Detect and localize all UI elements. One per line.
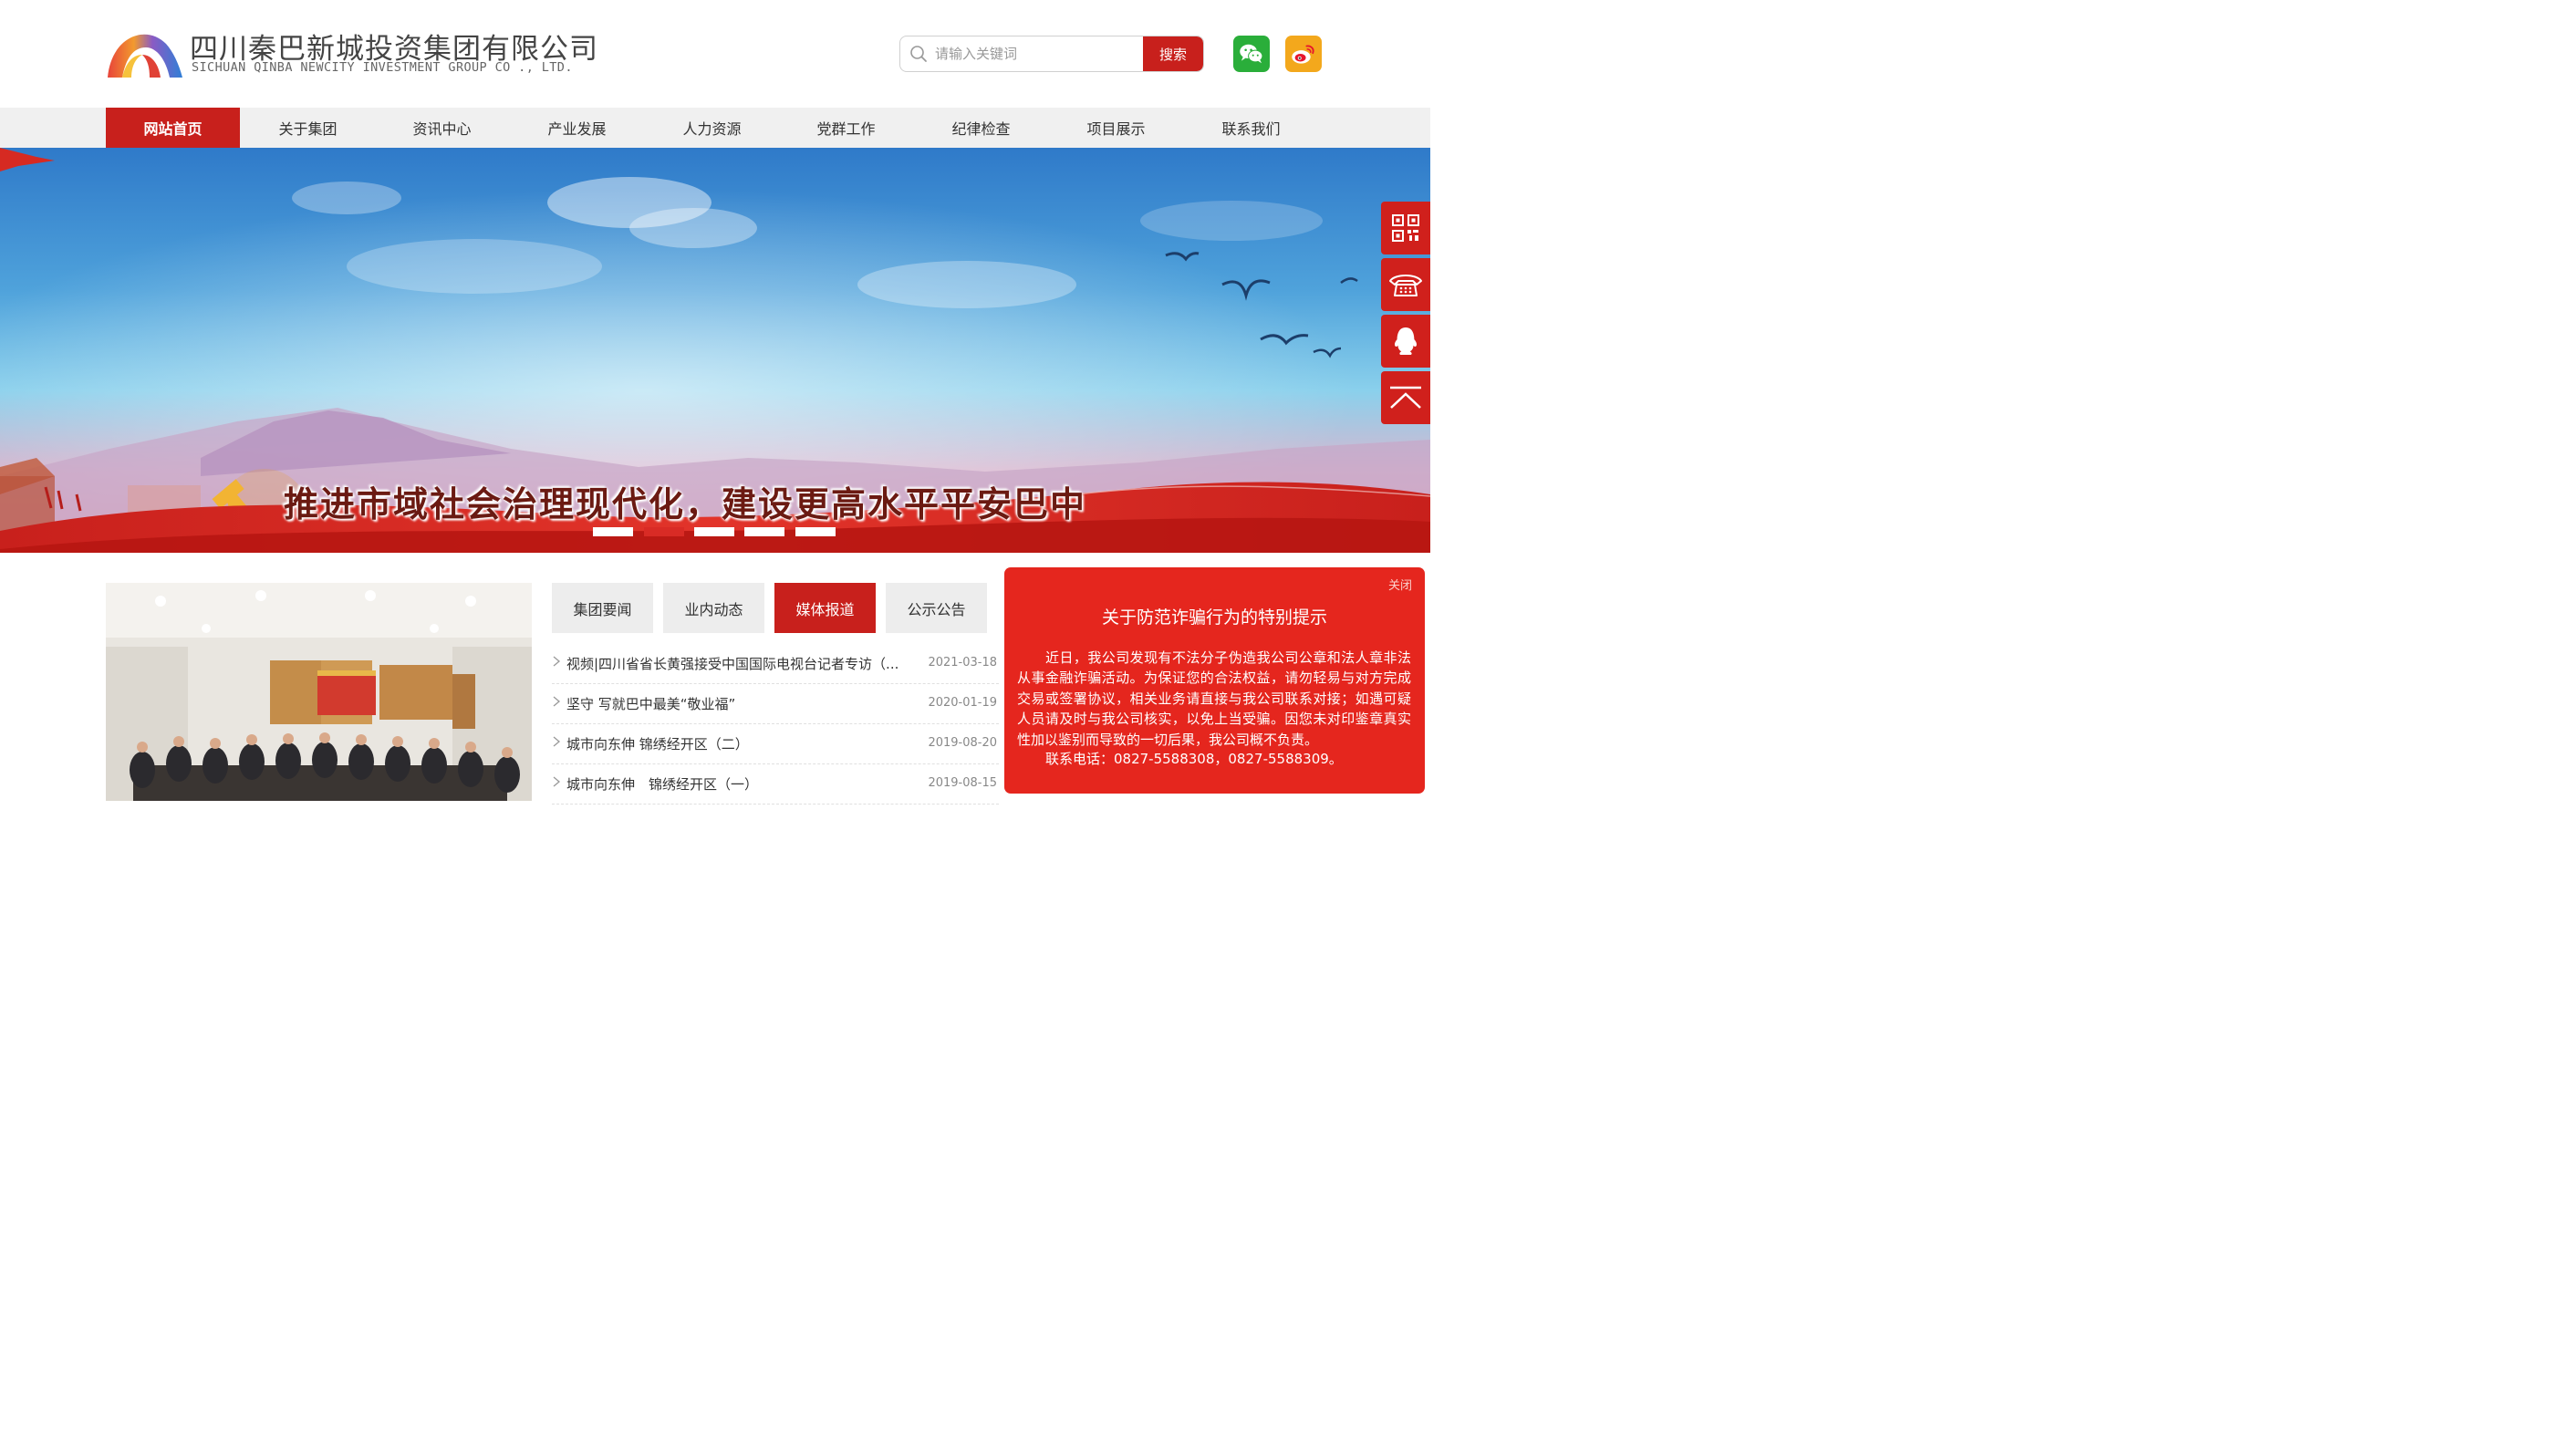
chevron-right-icon	[553, 776, 561, 787]
site-header: 四川秦巴新城投资集团有限公司 SICHUAN QINBA NEWCITY INV…	[0, 0, 1430, 108]
float-back-to-top-button[interactable]	[1381, 371, 1430, 424]
news-title[interactable]: 坚守 写就巴中最美“敬业福”	[566, 694, 913, 713]
banner-dot-2[interactable]	[644, 527, 684, 536]
phone-icon	[1389, 275, 1422, 296]
weibo-button[interactable]	[1285, 36, 1322, 72]
float-qq-button[interactable]	[1381, 315, 1430, 368]
chevron-right-icon	[553, 656, 561, 667]
tab-announcements[interactable]: 公示公告	[886, 583, 987, 633]
banner-title: 推进市域社会治理现代化，建设更高水平平安巴中	[283, 484, 1086, 524]
tab-industry-news[interactable]: 业内动态	[663, 583, 764, 633]
banner-dot-4[interactable]	[744, 527, 784, 536]
fraud-warning-popup: 关闭 关于防范诈骗行为的特别提示 近日，我公司发现有不法分子伪造我公司公章和法人…	[1004, 567, 1425, 794]
nav-item-discipline[interactable]: 纪律检查	[914, 108, 1048, 148]
nav-item-hr[interactable]: 人力资源	[645, 108, 779, 148]
float-phone-button[interactable]	[1381, 258, 1430, 311]
popup-phone: 联系电话：0827-5588308，0827-5588309。	[1045, 751, 1343, 767]
company-name-en: SICHUAN QINBA NEWCITY INVESTMENT GROUP C…	[192, 60, 573, 75]
search-icon	[910, 46, 927, 62]
search-button[interactable]: 搜索	[1143, 36, 1203, 71]
nav-item-home[interactable]: 网站首页	[106, 108, 240, 148]
tab-media-reports[interactable]: 媒体报道	[774, 583, 876, 633]
nav-item-about[interactable]: 关于集团	[241, 108, 375, 148]
search-box: 搜索	[899, 36, 1204, 72]
nav-item-news[interactable]: 资讯中心	[375, 108, 509, 148]
news-title[interactable]: 城市向东伸 锦绣经开区（一）	[566, 774, 913, 794]
meeting-photo	[106, 583, 532, 801]
news-feature-photo[interactable]	[106, 583, 532, 801]
list-item[interactable]: 城市向东伸 锦绣经开区（一） 2019-08-15	[552, 764, 999, 805]
nav-item-party[interactable]: 党群工作	[779, 108, 913, 148]
banner-dot-1[interactable]	[593, 527, 633, 536]
wechat-icon	[1240, 44, 1263, 64]
tab-group-news[interactable]: 集团要闻	[552, 583, 653, 633]
chevron-right-icon	[553, 696, 561, 707]
nav-item-industry[interactable]: 产业发展	[510, 108, 644, 148]
nav-item-projects[interactable]: 项目展示	[1049, 108, 1183, 148]
popup-body: 近日，我公司发现有不法分子伪造我公司公章和法人章非法从事金融诈骗活动。为保证您的…	[1017, 649, 1411, 748]
news-date: 2019-08-15	[928, 776, 997, 790]
chevron-right-icon	[553, 736, 561, 747]
hero-banner[interactable]: 推进市域社会治理现代化，建设更高水平平安巴中	[0, 148, 1430, 553]
float-qrcode-button[interactable]	[1381, 202, 1430, 254]
news-date: 2019-08-20	[928, 736, 997, 750]
wechat-button[interactable]	[1233, 36, 1270, 72]
qq-icon	[1394, 327, 1418, 355]
search-input[interactable]	[935, 36, 1141, 71]
news-title[interactable]: 城市向东伸 锦绣经开区（二）	[566, 734, 913, 753]
nav-item-contact[interactable]: 联系我们	[1184, 108, 1318, 148]
company-logo[interactable]: 四川秦巴新城投资集团有限公司 SICHUAN QINBA NEWCITY INV…	[106, 26, 597, 80]
list-item[interactable]: 视频|四川省省长黄强接受中国国际电视台记者专访（... 2021-03-18	[552, 644, 999, 684]
banner-dot-3[interactable]	[694, 527, 734, 536]
list-item[interactable]: 坚守 写就巴中最美“敬业福” 2020-01-19	[552, 684, 999, 724]
banner-dot-5[interactable]	[795, 527, 836, 536]
popup-title: 关于防范诈骗行为的特别提示	[1101, 607, 1327, 628]
main-nav: 网站首页 关于集团 资讯中心 产业发展 人力资源 党群工作 纪律检查 项目展示 …	[0, 108, 1430, 148]
logo-arch-icon	[108, 34, 182, 78]
back-to-top-icon	[1390, 386, 1421, 409]
news-date: 2020-01-19	[928, 696, 997, 710]
weibo-icon	[1292, 45, 1314, 64]
news-title[interactable]: 视频|四川省省长黄强接受中国国际电视台记者专访（...	[566, 654, 913, 673]
popup-close-button[interactable]: 关闭	[1388, 576, 1412, 593]
news-date: 2021-03-18	[928, 656, 997, 670]
qrcode-icon	[1392, 214, 1419, 242]
list-item[interactable]: 城市向东伸 锦绣经开区（二） 2019-08-20	[552, 724, 999, 764]
